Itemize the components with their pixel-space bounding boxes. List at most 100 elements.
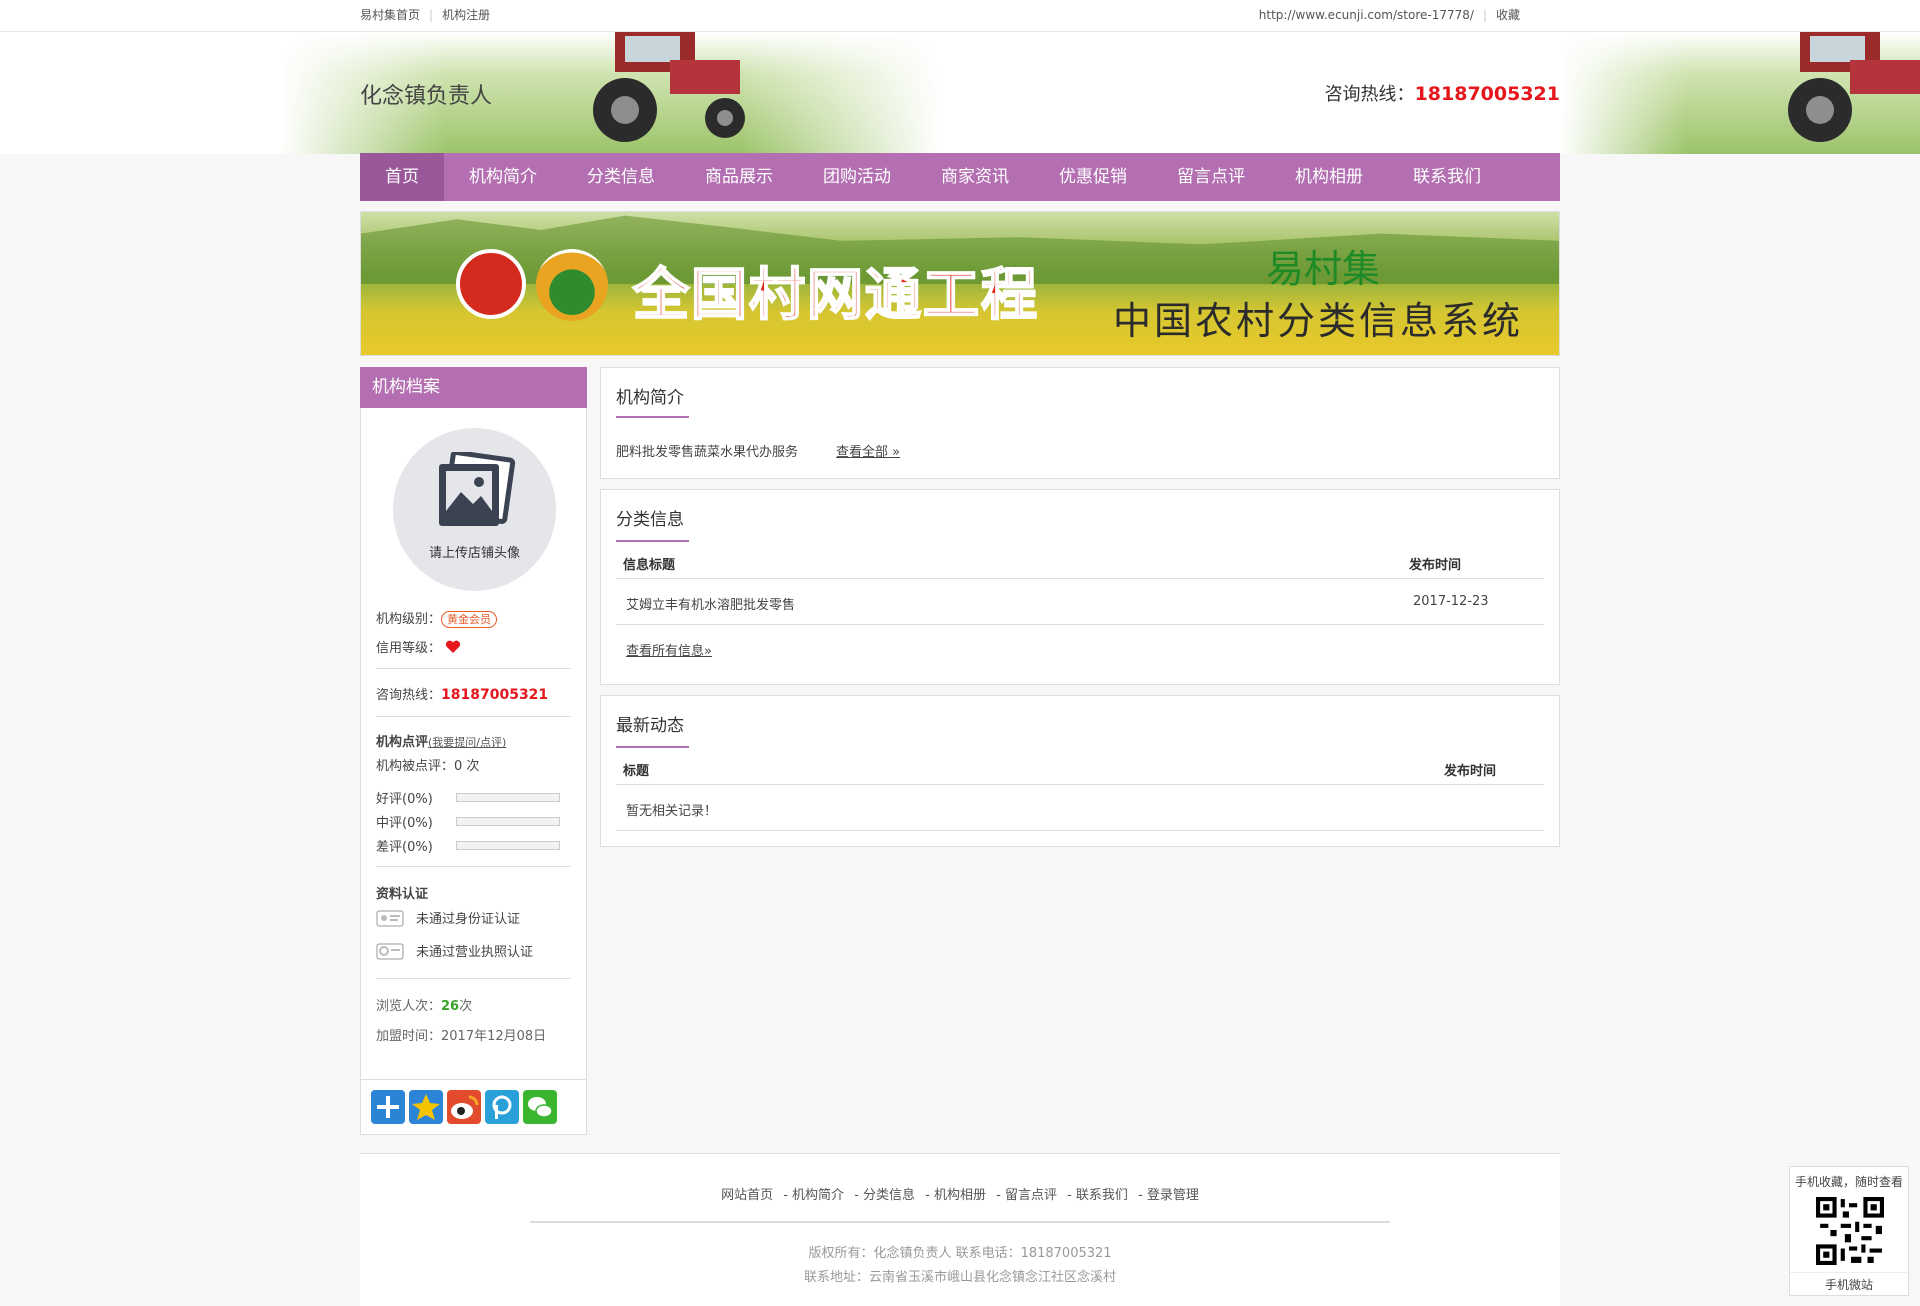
footer-copyright: 版权所有：化念镇负责人 联系电话：18187005321 (808, 1246, 1112, 1261)
col-title-header: 标题 (623, 764, 650, 779)
qr-widget[interactable]: 手机收藏，随时查看 手机微站 (1789, 1166, 1909, 1296)
top-bar: 易村集首页 | 机构注册 http://www.ecunji.com/store… (0, 0, 1920, 32)
hotline-label: 咨询热线： (376, 688, 442, 703)
sidebar-hotline-number: 18187005321 (441, 687, 549, 703)
register-link[interactable]: 机构注册 (442, 0, 490, 32)
bad-bar (456, 841, 560, 850)
views-row: 浏览人次：26次 (376, 995, 472, 1014)
footer-address: 联系地址：云南省玉溪市峨山县化念镇念江社区念溪村 (803, 1270, 1116, 1285)
tractor-image (593, 32, 745, 142)
store-url[interactable]: http://www.ecunji.com/store-17778/ (1259, 0, 1474, 32)
divider (616, 578, 1544, 579)
intro-panel: 机构简介 肥料批发零售蔬菜水果代办服务 查看全部 » (600, 367, 1560, 479)
divider (376, 866, 571, 867)
wechat-icon[interactable] (523, 1090, 557, 1124)
info-row-time: 2017-12-23 (1413, 594, 1489, 609)
classified-panel: 分类信息 信息标题 发布时间 艾姆立丰有机水溶肥批发零售 2017-12-23 … (600, 489, 1560, 685)
photo-icon (439, 452, 516, 526)
share-bar (360, 1079, 587, 1135)
nav-item-home[interactable]: 首页 (360, 153, 444, 201)
main-nav: 首页 机构简介 分类信息 商品展示 团购活动 商家资讯 优惠促销 留言点评 机构… (360, 153, 1560, 201)
divider (530, 1221, 1390, 1223)
divider: | (429, 8, 434, 22)
field-logo (536, 249, 608, 321)
col-title-header: 信息标题 (623, 558, 676, 573)
qzone-icon[interactable] (409, 1090, 443, 1124)
footer-link-contact[interactable]: - 联系我们 (1067, 1188, 1128, 1203)
intro-title: 机构简介 (616, 388, 684, 408)
footer-link-login[interactable]: - 登录管理 (1138, 1188, 1199, 1203)
emblem-logo (456, 249, 526, 319)
qr-code-icon (1816, 1197, 1884, 1265)
id-card-icon (376, 910, 404, 926)
nav-item-intro[interactable]: 机构简介 (444, 153, 562, 201)
weibo-icon[interactable] (447, 1090, 481, 1124)
divider (376, 978, 571, 979)
nav-item-news[interactable]: 商家资讯 (916, 153, 1034, 201)
nav-item-classified[interactable]: 分类信息 (562, 153, 680, 201)
home-link[interactable]: 易村集首页 (360, 0, 420, 32)
footer-link-classified[interactable]: - 分类信息 (854, 1188, 915, 1203)
title-underline (616, 416, 689, 418)
nav-item-reviews[interactable]: 留言点评 (1152, 153, 1270, 201)
tractor-image (1788, 32, 1920, 142)
title-underline (616, 540, 689, 542)
join-label: 加盟时间： (376, 1029, 442, 1044)
level-badge: 黄金会员 (441, 611, 498, 628)
cert-license-text: 未通过营业执照认证 (416, 945, 534, 960)
avatar[interactable]: 请上传店铺头像 (393, 428, 556, 591)
hotline-number: 18187005321 (1414, 83, 1560, 105)
good-bar (456, 793, 560, 802)
favorite-link[interactable]: 收藏 (1496, 0, 1520, 32)
nav-item-groupbuy[interactable]: 团购活动 (798, 153, 916, 201)
col-time-header: 发布时间 (1444, 764, 1497, 779)
info-more-link[interactable]: 查看所有信息» (626, 640, 712, 659)
cert-id-text: 未通过身份证认证 (416, 912, 521, 927)
info-row-title[interactable]: 艾姆立丰有机水溶肥批发零售 (626, 594, 795, 613)
views-label: 浏览人次： (376, 999, 442, 1014)
review-count-row: 机构被点评：0 次 (376, 755, 479, 774)
shop-name: 化念镇负责人 (360, 84, 493, 109)
review-title: 机构点评 (376, 735, 429, 750)
divider (376, 716, 571, 717)
avatar-label: 请上传店铺头像 (428, 546, 520, 561)
review-header: 机构点评(我要提问/点评) (376, 731, 506, 750)
nav-item-album[interactable]: 机构相册 (1270, 153, 1388, 201)
review-link[interactable]: (我要提问/点评) (428, 736, 506, 749)
intro-text: 肥料批发零售蔬菜水果代办服务 (616, 445, 799, 460)
credit-label: 信用等级： (376, 641, 442, 656)
news-title: 最新动态 (616, 716, 684, 736)
share-more-icon[interactable] (371, 1090, 405, 1124)
license-icon (376, 943, 404, 959)
divider (616, 784, 1544, 785)
footer-link-album[interactable]: - 机构相册 (925, 1188, 986, 1203)
classified-title: 分类信息 (616, 510, 684, 530)
nav-item-products[interactable]: 商品展示 (680, 153, 798, 201)
qr-title: 手机收藏，随时查看 (1794, 1175, 1903, 1189)
mid-bar (456, 817, 560, 826)
cert-id-row: 未通过身份证认证 (376, 908, 520, 927)
qr-bottom-label: 手机微站 (1790, 1272, 1908, 1293)
review-count: 0 次 (454, 759, 480, 774)
nav-item-promotions[interactable]: 优惠促销 (1034, 153, 1152, 201)
divider: | (1482, 8, 1487, 22)
review-count-label: 机构被点评： (376, 759, 455, 774)
heart-icon (446, 640, 461, 653)
views-value: 26 (441, 999, 460, 1014)
sidebar-title: 机构档案 (360, 367, 587, 408)
sidebar-hotline-row: 咨询热线：18187005321 (376, 684, 548, 703)
footer: 网站首页 - 机构简介 - 分类信息 - 机构相册 - 留言点评 - 联系我们 … (360, 1153, 1560, 1306)
footer-link-reviews[interactable]: - 留言点评 (996, 1188, 1057, 1203)
credit-row: 信用等级： (376, 637, 461, 656)
col-time-header: 发布时间 (1409, 558, 1462, 573)
views-unit: 次 (459, 999, 473, 1014)
news-empty-text: 暂无相关记录！ (626, 804, 718, 819)
divider (616, 830, 1544, 831)
footer-link-home[interactable]: 网站首页 (721, 1188, 773, 1203)
footer-link-intro[interactable]: - 机构简介 (783, 1188, 844, 1203)
intro-more-link[interactable]: 查看全部 » (836, 441, 900, 460)
level-row: 机构级别： 黄金会员 (376, 608, 498, 628)
nav-item-contact[interactable]: 联系我们 (1388, 153, 1506, 201)
banner-brand: 易村集 (1266, 247, 1381, 291)
tencent-weibo-icon[interactable] (485, 1090, 519, 1124)
